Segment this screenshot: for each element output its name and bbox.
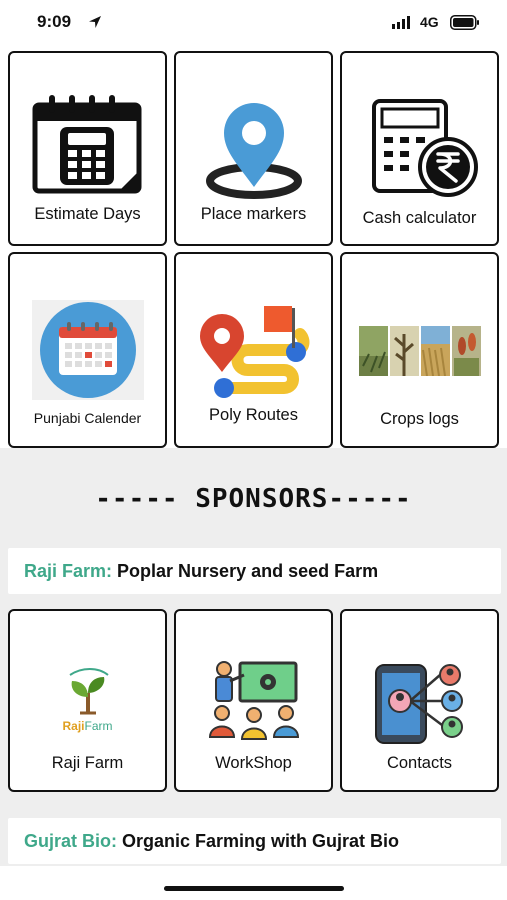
sponsor-tagline: Poplar Nursery and seed Farm [112,561,379,581]
sponsor-grid: RajiFarm Raji Farm WorkShop Contacts [0,604,507,796]
network-type: 4G [420,14,439,30]
crops-photo-icon [358,326,481,376]
tile-label: Contacts [386,754,453,772]
route-icon [199,306,309,398]
sponsor-brand: Gujrat Bio: [24,831,117,851]
tile-place-markers[interactable]: Place markers [174,51,333,246]
sponsor-brand: Raji Farm: [24,561,113,581]
raji-farm-logo-icon: RajiFarm [38,667,138,737]
tile-punjabi-calender[interactable]: Punjabi Calender [8,252,167,448]
map-pin-icon [205,103,302,199]
tile-label: Estimate Days [34,205,141,223]
tile-label: Crops logs [380,410,459,428]
logo-text-farm: Farm [84,719,113,733]
signal-icon [392,16,410,29]
status-bar: 9:09 4G [0,0,507,46]
calendar-calculator-icon [32,95,141,194]
tile-raji-farm[interactable]: RajiFarm Raji Farm [8,609,167,792]
home-indicator[interactable] [164,886,344,891]
tile-label: WorkShop [215,754,292,772]
location-arrow-icon [89,16,101,28]
tile-label: Punjabi Calender [33,410,142,426]
tile-poly-routes[interactable]: Poly Routes [174,252,333,448]
contacts-icon [374,664,463,744]
sponsor-tagline: Organic Farming with Gujrat Bio [117,831,400,851]
battery-icon [450,15,479,30]
status-time: 9:09 [37,12,72,31]
logo-text-raji: Raji [62,719,85,733]
tile-crops-logs[interactable]: Crops logs [340,252,499,448]
tile-cash-calculator[interactable]: Cash calculator [340,51,499,246]
calendar-icon [31,300,144,400]
tool-grid: Estimate Days Place markers Cash calcula… [0,46,507,448]
tile-workshop[interactable]: WorkShop [174,609,333,792]
rupee-calculator-icon [371,99,478,197]
workshop-icon [208,661,299,740]
tile-estimate-days[interactable]: Estimate Days [8,51,167,246]
sponsor-banner-gujrat-bio[interactable]: Gujrat Bio: Organic Farming with Gujrat … [8,818,501,864]
tile-label: Raji Farm [51,754,124,772]
sponsors-heading: ----- SPONSORS----- [95,484,412,514]
tile-contacts[interactable]: Contacts [340,609,499,792]
tile-label: Place markers [200,205,307,223]
sponsor-banner-raji-farm[interactable]: Raji Farm: Poplar Nursery and seed Farm [8,548,501,594]
tile-label: Cash calculator [362,209,477,227]
tile-label: Poly Routes [209,406,298,424]
